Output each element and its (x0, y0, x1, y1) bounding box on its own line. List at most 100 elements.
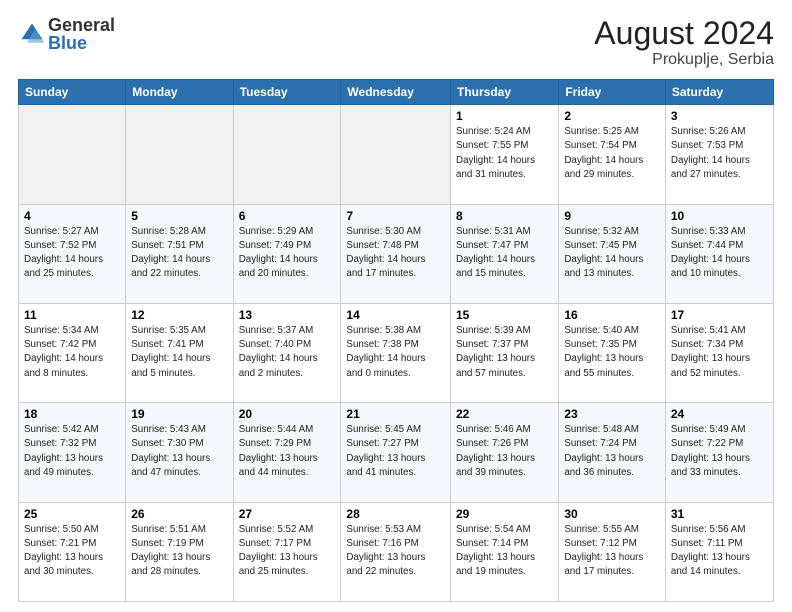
day-number: 27 (239, 507, 336, 521)
day-number: 14 (346, 308, 445, 322)
day-info: Sunrise: 5:26 AM Sunset: 7:53 PM Dayligh… (671, 125, 768, 182)
calendar-cell: 11 Sunrise: 5:34 AM Sunset: 7:42 PM Dayli… (19, 303, 126, 402)
calendar-cell: 21 Sunrise: 5:45 AM Sunset: 7:27 PM Dayli… (341, 403, 451, 502)
calendar-week-2: 11 Sunrise: 5:34 AM Sunset: 7:42 PM Dayli… (19, 303, 774, 402)
day-info: Sunrise: 5:25 AM Sunset: 7:54 PM Dayligh… (564, 125, 660, 182)
day-info: Sunrise: 5:55 AM Sunset: 7:12 PM Dayligh… (564, 523, 660, 580)
day-number: 19 (131, 407, 227, 421)
day-info: Sunrise: 5:52 AM Sunset: 7:17 PM Dayligh… (239, 523, 336, 580)
calendar-cell: 3Sunrise: 5:26 AM Sunset: 7:53 PM Daylig… (665, 105, 773, 204)
weekday-thursday: Thursday (451, 80, 559, 105)
day-info: Sunrise: 5:50 AM Sunset: 7:21 PM Dayligh… (24, 523, 120, 580)
calendar-cell: 16 Sunrise: 5:40 AM Sunset: 7:35 PM Dayli… (559, 303, 666, 402)
calendar-week-1: 4Sunrise: 5:27 AM Sunset: 7:52 PM Daylig… (19, 204, 774, 303)
day-info: Sunrise: 5:27 AM Sunset: 7:52 PM Dayligh… (24, 225, 120, 282)
day-number: 16 (564, 308, 660, 322)
day-number: 24 (671, 407, 768, 421)
calendar-cell: 14 Sunrise: 5:38 AM Sunset: 7:38 PM Dayli… (341, 303, 451, 402)
calendar-cell: 30 Sunrise: 5:55 AM Sunset: 7:12 PM Dayli… (559, 502, 666, 601)
calendar-cell: 20 Sunrise: 5:44 AM Sunset: 7:29 PM Dayli… (233, 403, 341, 502)
day-info: Sunrise: 5:34 AM Sunset: 7:42 PM Dayligh… (24, 324, 120, 381)
logo-general-text: General (48, 16, 115, 34)
calendar-cell: 28Sunrise: 5:53 AM Sunset: 7:16 PM Dayli… (341, 502, 451, 601)
day-info: Sunrise: 5:28 AM Sunset: 7:51 PM Dayligh… (131, 225, 227, 282)
logo-blue-text: Blue (48, 34, 115, 52)
calendar-cell (19, 105, 126, 204)
day-number: 29 (456, 507, 553, 521)
calendar-table: Sunday Monday Tuesday Wednesday Thursday… (18, 79, 774, 602)
day-info: Sunrise: 5:43 AM Sunset: 7:30 PM Dayligh… (131, 423, 227, 480)
day-info: Sunrise: 5:41 AM Sunset: 7:34 PM Dayligh… (671, 324, 768, 381)
weekday-wednesday: Wednesday (341, 80, 451, 105)
day-number: 20 (239, 407, 336, 421)
calendar-cell: 19 Sunrise: 5:43 AM Sunset: 7:30 PM Dayli… (126, 403, 233, 502)
day-info: Sunrise: 5:56 AM Sunset: 7:11 PM Dayligh… (671, 523, 768, 580)
calendar-cell: 15 Sunrise: 5:39 AM Sunset: 7:37 PM Dayli… (451, 303, 559, 402)
month-title: August 2024 (594, 16, 774, 51)
day-number: 15 (456, 308, 553, 322)
weekday-monday: Monday (126, 80, 233, 105)
calendar-cell: 10 Sunrise: 5:33 AM Sunset: 7:44 PM Dayli… (665, 204, 773, 303)
calendar-cell: 6 Sunrise: 5:29 AM Sunset: 7:49 PM Daylig… (233, 204, 341, 303)
title-block: August 2024 Prokuplje, Serbia (594, 16, 774, 69)
weekday-saturday: Saturday (665, 80, 773, 105)
day-number: 9 (564, 209, 660, 223)
day-number: 22 (456, 407, 553, 421)
calendar-cell: 18 Sunrise: 5:42 AM Sunset: 7:32 PM Dayli… (19, 403, 126, 502)
location-title: Prokuplje, Serbia (594, 51, 774, 69)
calendar-cell: 9 Sunrise: 5:32 AM Sunset: 7:45 PM Daylig… (559, 204, 666, 303)
calendar-cell: 12 Sunrise: 5:35 AM Sunset: 7:41 PM Dayli… (126, 303, 233, 402)
day-info: Sunrise: 5:30 AM Sunset: 7:48 PM Dayligh… (346, 225, 445, 282)
day-info: Sunrise: 5:33 AM Sunset: 7:44 PM Dayligh… (671, 225, 768, 282)
day-number: 13 (239, 308, 336, 322)
weekday-sunday: Sunday (19, 80, 126, 105)
calendar-cell: 27 Sunrise: 5:52 AM Sunset: 7:17 PM Dayli… (233, 502, 341, 601)
day-number: 8 (456, 209, 553, 223)
calendar-cell: 22Sunrise: 5:46 AM Sunset: 7:26 PM Dayli… (451, 403, 559, 502)
day-number: 25 (24, 507, 120, 521)
calendar-week-4: 25 Sunrise: 5:50 AM Sunset: 7:21 PM Dayli… (19, 502, 774, 601)
calendar-cell: 25 Sunrise: 5:50 AM Sunset: 7:21 PM Dayli… (19, 502, 126, 601)
day-info: Sunrise: 5:45 AM Sunset: 7:27 PM Dayligh… (346, 423, 445, 480)
day-info: Sunrise: 5:29 AM Sunset: 7:49 PM Dayligh… (239, 225, 336, 282)
day-info: Sunrise: 5:51 AM Sunset: 7:19 PM Dayligh… (131, 523, 227, 580)
day-info: Sunrise: 5:44 AM Sunset: 7:29 PM Dayligh… (239, 423, 336, 480)
day-number: 18 (24, 407, 120, 421)
calendar-cell: 4Sunrise: 5:27 AM Sunset: 7:52 PM Daylig… (19, 204, 126, 303)
day-number: 26 (131, 507, 227, 521)
calendar-cell: 13Sunrise: 5:37 AM Sunset: 7:40 PM Dayli… (233, 303, 341, 402)
calendar-week-0: 1 Sunrise: 5:24 AM Sunset: 7:55 PM Daylig… (19, 105, 774, 204)
day-number: 5 (131, 209, 227, 223)
day-number: 11 (24, 308, 120, 322)
calendar-cell (126, 105, 233, 204)
day-number: 30 (564, 507, 660, 521)
day-number: 6 (239, 209, 336, 223)
calendar-cell: 5 Sunrise: 5:28 AM Sunset: 7:51 PM Daylig… (126, 204, 233, 303)
weekday-tuesday: Tuesday (233, 80, 341, 105)
day-info: Sunrise: 5:40 AM Sunset: 7:35 PM Dayligh… (564, 324, 660, 381)
day-info: Sunrise: 5:39 AM Sunset: 7:37 PM Dayligh… (456, 324, 553, 381)
day-number: 12 (131, 308, 227, 322)
day-info: Sunrise: 5:38 AM Sunset: 7:38 PM Dayligh… (346, 324, 445, 381)
day-info: Sunrise: 5:35 AM Sunset: 7:41 PM Dayligh… (131, 324, 227, 381)
calendar-cell (233, 105, 341, 204)
day-info: Sunrise: 5:24 AM Sunset: 7:55 PM Dayligh… (456, 125, 553, 182)
day-number: 21 (346, 407, 445, 421)
day-number: 2 (564, 109, 660, 123)
day-info: Sunrise: 5:49 AM Sunset: 7:22 PM Dayligh… (671, 423, 768, 480)
day-info: Sunrise: 5:31 AM Sunset: 7:47 PM Dayligh… (456, 225, 553, 282)
day-number: 31 (671, 507, 768, 521)
day-number: 1 (456, 109, 553, 123)
calendar-cell: 7Sunrise: 5:30 AM Sunset: 7:48 PM Daylig… (341, 204, 451, 303)
page: General Blue August 2024 Prokuplje, Serb… (0, 0, 792, 612)
calendar-cell: 26 Sunrise: 5:51 AM Sunset: 7:19 PM Dayli… (126, 502, 233, 601)
calendar-cell: 1 Sunrise: 5:24 AM Sunset: 7:55 PM Daylig… (451, 105, 559, 204)
day-info: Sunrise: 5:53 AM Sunset: 7:16 PM Dayligh… (346, 523, 445, 580)
day-number: 10 (671, 209, 768, 223)
calendar-cell: 2 Sunrise: 5:25 AM Sunset: 7:54 PM Daylig… (559, 105, 666, 204)
weekday-header-row: Sunday Monday Tuesday Wednesday Thursday… (19, 80, 774, 105)
calendar-cell: 23Sunrise: 5:48 AM Sunset: 7:24 PM Dayli… (559, 403, 666, 502)
logo-icon (18, 20, 46, 48)
day-info: Sunrise: 5:32 AM Sunset: 7:45 PM Dayligh… (564, 225, 660, 282)
day-info: Sunrise: 5:42 AM Sunset: 7:32 PM Dayligh… (24, 423, 120, 480)
